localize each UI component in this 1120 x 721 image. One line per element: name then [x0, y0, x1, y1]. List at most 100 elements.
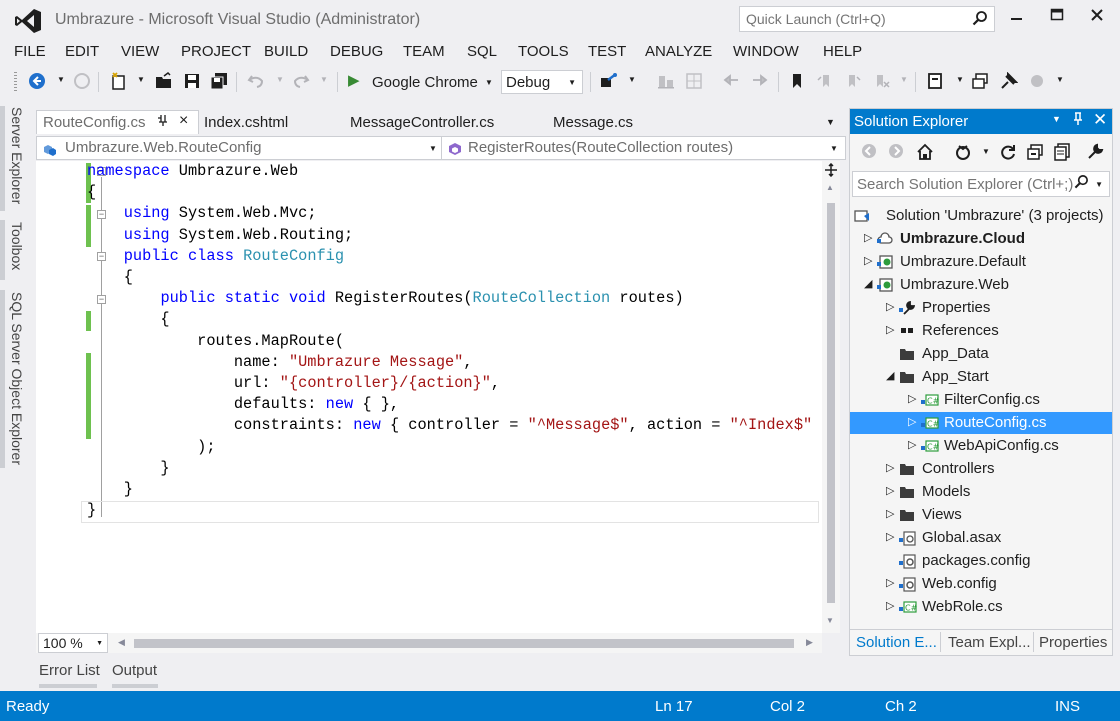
menu-build[interactable]: BUILD — [264, 43, 308, 60]
save-all-icon[interactable] — [210, 72, 228, 90]
collapse-all-icon[interactable] — [1026, 143, 1044, 161]
tree-node-app-start[interactable]: ◢ App_Start — [850, 366, 1112, 388]
pin-tool-icon[interactable] — [1000, 71, 1019, 90]
quick-launch-input[interactable] — [740, 7, 960, 31]
close-tab-icon[interactable]: × — [179, 112, 188, 130]
tree-node-app-data[interactable]: App_Data — [850, 343, 1112, 365]
menu-tools[interactable]: TOOLS — [518, 43, 569, 60]
toolbox-tab[interactable]: Toolbox — [9, 222, 25, 270]
new-project-icon[interactable] — [110, 72, 128, 90]
tree-node-controllers[interactable]: ▷ Controllers — [850, 458, 1112, 480]
forward-icon[interactable] — [73, 72, 91, 90]
scroll-up-icon[interactable]: ▲ — [826, 183, 834, 192]
properties-icon[interactable] — [1086, 143, 1104, 161]
new-dropdown-icon[interactable]: ▼ — [137, 75, 145, 84]
pin-icon[interactable] — [157, 114, 169, 129]
zoom-select[interactable]: 100 % ▼ — [38, 633, 108, 653]
tree-node-packages-config[interactable]: packages.config — [850, 550, 1112, 572]
expanded-arrow-icon[interactable]: ◢ — [864, 277, 876, 290]
tab-output[interactable]: Output — [112, 662, 157, 679]
collapsed-arrow-icon[interactable]: ▷ — [864, 231, 876, 244]
scroll-left-icon[interactable]: ◀ — [118, 637, 125, 648]
scroll-right-icon[interactable]: ▶ — [806, 637, 813, 648]
extension-icon[interactable] — [1028, 72, 1046, 90]
menu-team[interactable]: TEAM — [403, 43, 445, 60]
collapsed-arrow-icon[interactable]: ▷ — [886, 484, 898, 497]
back-icon[interactable] — [860, 143, 878, 161]
close-icon[interactable] — [1085, 8, 1109, 30]
tab-routeconfig[interactable]: RouteConfig.cs × — [36, 110, 199, 134]
quick-launch-box[interactable] — [739, 6, 995, 32]
menu-file[interactable]: FILE — [14, 43, 46, 60]
search-icon[interactable] — [1074, 174, 1089, 193]
menu-analyze[interactable]: ANALYZE — [645, 43, 712, 60]
vs-logo-icon[interactable] — [14, 8, 42, 34]
step-forward-icon[interactable] — [751, 72, 769, 90]
comment-dropdown-icon[interactable]: ▼ — [956, 75, 964, 84]
collapsed-arrow-icon[interactable]: ▷ — [886, 461, 898, 474]
scroll-down-icon[interactable]: ▼ — [826, 616, 834, 625]
minimize-icon[interactable] — [1005, 8, 1029, 30]
collapsed-arrow-icon[interactable]: ▷ — [886, 323, 898, 336]
menu-edit[interactable]: EDIT — [65, 43, 99, 60]
panel-menu-icon[interactable]: ▼ — [1052, 114, 1061, 124]
menu-view[interactable]: VIEW — [121, 43, 159, 60]
tree-node-models[interactable]: ▷ Models — [850, 481, 1112, 503]
run-target-dropdown-icon[interactable]: ▼ — [485, 78, 493, 87]
tree-node-umbrazure-web[interactable]: ◢ Umbrazure.Web — [850, 274, 1112, 296]
toolbar-overflow-icon[interactable]: ▼ — [1056, 75, 1064, 84]
attach-dropdown-icon[interactable]: ▼ — [628, 75, 636, 84]
tree-node-references[interactable]: ▷ References — [850, 320, 1112, 342]
save-icon[interactable] — [183, 72, 201, 90]
collapsed-arrow-icon[interactable]: ▷ — [886, 530, 898, 543]
back-icon[interactable] — [28, 72, 46, 90]
tabs-dropdown-icon[interactable]: ▼ — [826, 117, 835, 127]
grid-icon[interactable] — [685, 72, 703, 90]
collapsed-arrow-icon[interactable]: ▷ — [886, 300, 898, 313]
collapsed-arrow-icon[interactable]: ▷ — [908, 392, 920, 405]
menu-sql[interactable]: SQL — [467, 43, 497, 60]
horizontal-scrollbar-thumb[interactable] — [134, 639, 794, 648]
pending-changes-filter-icon[interactable] — [954, 143, 972, 161]
chevron-down-icon[interactable]: ▼ — [830, 144, 838, 153]
code-editor[interactable]: − − − − namespace Umbrazure.Web{ using S… — [36, 161, 831, 633]
expanded-arrow-icon[interactable]: ◢ — [886, 369, 898, 382]
tree-node-solution-umbrazure-3-projects[interactable]: Solution 'Umbrazure' (3 projects) — [850, 205, 1112, 227]
collapsed-arrow-icon[interactable]: ▷ — [886, 507, 898, 520]
tab-solution-explorer[interactable]: Solution E... — [856, 634, 937, 651]
menu-help[interactable]: HELP — [823, 43, 862, 60]
show-all-files-icon[interactable] — [1053, 143, 1071, 161]
pin-icon[interactable] — [1072, 112, 1084, 129]
sql-server-object-explorer-tab[interactable]: SQL Server Object Explorer — [9, 292, 25, 465]
tree-node-routeconfig-cs[interactable]: ▷ C# RouteConfig.cs — [850, 412, 1112, 434]
forward-icon[interactable] — [887, 143, 905, 161]
vertical-scrollbar[interactable]: ▲ ▼ — [822, 161, 840, 633]
tree-node-views[interactable]: ▷ Views — [850, 504, 1112, 526]
comment-icon[interactable] — [927, 72, 945, 90]
step-back-icon[interactable] — [722, 72, 740, 90]
tree-node-global-asax[interactable]: ▷ Global.asax — [850, 527, 1112, 549]
bookmark-next-icon[interactable] — [844, 72, 862, 90]
collapsed-arrow-icon[interactable]: ▷ — [886, 599, 898, 612]
maximize-icon[interactable] — [1045, 8, 1069, 30]
tab-team-explorer[interactable]: Team Expl... — [948, 634, 1031, 651]
align-icon[interactable] — [657, 72, 675, 90]
bookmark-clear-icon[interactable] — [872, 72, 890, 90]
undo-icon[interactable] — [247, 72, 265, 90]
source-code[interactable]: namespace Umbrazure.Web { using System.We… — [87, 161, 831, 521]
tab-properties[interactable]: Properties — [1039, 634, 1107, 651]
bookmark-icon[interactable] — [788, 72, 806, 90]
bookmark-dropdown-icon[interactable]: ▼ — [900, 75, 908, 84]
tree-node-umbrazure-cloud[interactable]: ▷ Umbrazure.Cloud — [850, 228, 1112, 250]
start-debugging-button[interactable]: ▶ Google Chrome ▼ — [345, 71, 493, 93]
solution-search-input[interactable] — [853, 172, 1073, 196]
solution-configuration-select[interactable]: Debug ▼ — [501, 70, 583, 94]
type-dropdown[interactable]: Umbrazure.Web.RouteConfig — [65, 139, 261, 156]
collapsed-arrow-icon[interactable]: ▷ — [886, 576, 898, 589]
menu-window[interactable]: WINDOW — [733, 43, 799, 60]
tree-node-properties[interactable]: ▷ Properties — [850, 297, 1112, 319]
back-dropdown-icon[interactable]: ▼ — [57, 75, 65, 84]
attach-process-icon[interactable] — [600, 72, 618, 90]
home-icon[interactable] — [916, 143, 934, 161]
tree-node-filterconfig-cs[interactable]: ▷ C# FilterConfig.cs — [850, 389, 1112, 411]
